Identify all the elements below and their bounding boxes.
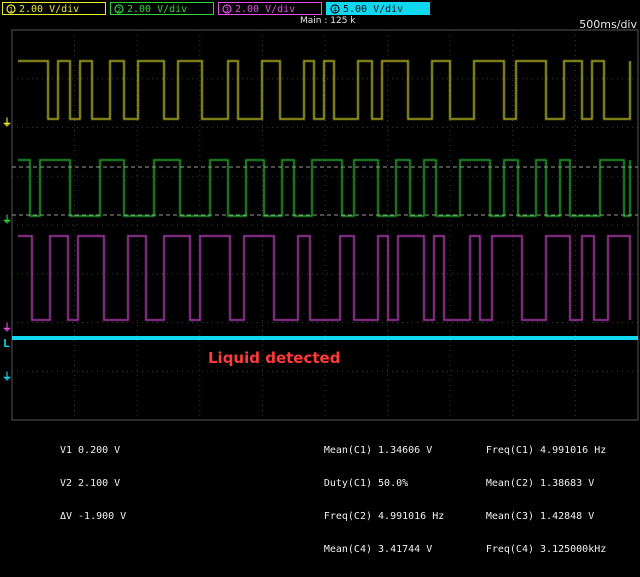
channel-4-scale: 5.00 V/div — [343, 4, 404, 15]
cursor-delta: ΔV -1.900 V — [59, 511, 127, 522]
channel-2-scale: 2.00 V/div — [127, 4, 188, 15]
svg-text:1: 1 — [9, 6, 13, 14]
channel-4-trace — [12, 336, 638, 340]
cursor-readouts: V1 0.200 V V2 2.100 V ΔV -1.900 V — [48, 423, 126, 544]
channel-4-tab[interactable]: 4 5.00 V/div — [326, 2, 430, 15]
channel-3-trace — [18, 235, 631, 321]
measure-freq-c4: Freq(C4) 3.125000kHz — [485, 544, 607, 555]
liquid-detected-annotation: Liquid detected — [208, 349, 341, 367]
svg-text:3: 3 — [225, 6, 229, 14]
channel-3-trace-glow — [18, 234, 632, 322]
measure-mean-c1: Mean(C1) 1.34606 V — [323, 445, 433, 456]
channel-2-ground-marker[interactable]: ⏚ — [2, 211, 12, 226]
channel-2-trace — [18, 159, 631, 217]
channel-4-ground-marker[interactable]: ⏚ — [2, 368, 12, 383]
measure-mean-c3: Mean(C3) 1.42848 V — [485, 511, 595, 522]
channel-2-trace-glow — [18, 158, 632, 218]
channel-2-tab[interactable]: 2 2.00 V/div — [110, 2, 214, 15]
channel-1-scale: 2.00 V/div — [19, 4, 80, 15]
channel-3-ground-marker[interactable]: ⏚ — [2, 319, 12, 334]
measurement-column-2: Freq(C1) 4.991016 Hz Mean(C2) 1.38683 V … — [468, 423, 606, 577]
memory-depth-label: Main : 125 k — [300, 16, 356, 26]
waveform-display[interactable] — [0, 0, 640, 468]
cursor-v1: V1 0.200 V — [59, 445, 121, 456]
measure-mean-c4: Mean(C4) 3.41744 V — [323, 544, 433, 555]
channel-bar: 1 2.00 V/div 2 2.00 V/div 3 2.00 V/div 4… — [0, 0, 640, 16]
trigger-level-marker[interactable]: L — [3, 337, 10, 350]
measure-freq-c2: Freq(C2) 4.991016 Hz — [323, 511, 445, 522]
channel-1-icon: 1 — [6, 4, 16, 14]
measure-freq-c1: Freq(C1) 4.991016 Hz — [485, 445, 607, 456]
svg-text:2: 2 — [117, 6, 121, 14]
timebase-label[interactable]: 500ms/div — [579, 18, 637, 31]
cursor-v2: V2 2.100 V — [59, 478, 121, 489]
channel-1-tab[interactable]: 1 2.00 V/div — [2, 2, 106, 15]
channel-3-icon: 3 — [222, 4, 232, 14]
channel-4-icon: 4 — [330, 4, 340, 14]
channel-2-icon: 2 — [114, 4, 124, 14]
measure-duty-c1: Duty(C1) 50.0% — [323, 478, 409, 489]
svg-text:4: 4 — [333, 6, 337, 14]
measurement-panel: V1 0.200 V V2 2.100 V ΔV -1.900 V Mean(C… — [0, 421, 640, 555]
measurement-column-1: Mean(C1) 1.34606 V Duty(C1) 50.0% Freq(C… — [306, 423, 444, 577]
channel-1-trace-glow — [18, 59, 632, 121]
measure-mean-c2: Mean(C2) 1.38683 V — [485, 478, 595, 489]
channel-3-tab[interactable]: 3 2.00 V/div — [218, 2, 322, 15]
channel-3-scale: 2.00 V/div — [235, 4, 296, 15]
channel-1-ground-marker[interactable]: ⏚ — [2, 114, 12, 129]
